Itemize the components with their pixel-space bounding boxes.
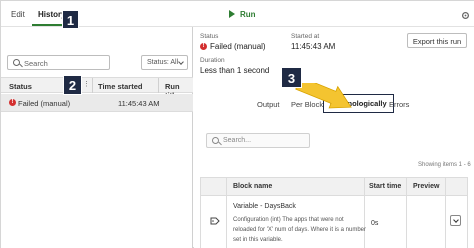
column-header-block-name[interactable]: Block name xyxy=(233,183,272,190)
app-window: Edit History Run Search Status: All Stat… xyxy=(0,0,474,248)
column-header-status[interactable]: Status xyxy=(9,82,32,91)
history-search-placeholder: Search xyxy=(24,59,48,68)
callout-2: 2 xyxy=(63,75,82,95)
block-start-time: 0s xyxy=(371,220,379,227)
history-table-header: Status ⋮ Time started Run title xyxy=(1,77,193,100)
blocks-table-header: Block name Start time Preview xyxy=(201,178,467,196)
tag-icon xyxy=(210,217,220,225)
active-tab-indicator xyxy=(32,24,66,26)
column-divider xyxy=(226,178,227,248)
blocks-search-input[interactable]: Search... xyxy=(206,133,310,148)
block-name: Variable - DaysBack xyxy=(233,203,296,210)
tab-edit[interactable]: Edit xyxy=(11,10,25,19)
column-header-preview[interactable]: Preview xyxy=(413,183,439,190)
started-value: 11:45:43 AM xyxy=(291,42,336,51)
history-panel: Search Status: All Status ⋮ Time started… xyxy=(1,27,193,248)
chevron-down-icon xyxy=(178,59,184,65)
row-time-started: 11:45:43 AM xyxy=(118,99,160,108)
column-divider xyxy=(406,178,407,248)
column-divider xyxy=(445,178,446,248)
row-status: Failed (manual) xyxy=(18,99,71,108)
play-icon xyxy=(229,10,235,18)
status-value: Failed (manual) xyxy=(210,42,266,51)
expand-row-button[interactable] xyxy=(450,215,461,226)
column-divider xyxy=(158,78,159,93)
blocks-search-placeholder: Search... xyxy=(223,137,252,144)
error-icon: ! xyxy=(200,43,207,50)
gear-icon[interactable] xyxy=(461,11,470,20)
export-run-button[interactable]: Export this run xyxy=(407,33,467,48)
run-button[interactable]: Run xyxy=(229,10,256,19)
column-header-start-time[interactable]: Start time xyxy=(369,183,401,190)
started-label: Started at xyxy=(291,33,320,40)
duration-value: Less than 1 second xyxy=(200,66,270,75)
search-icon xyxy=(212,137,219,144)
column-divider xyxy=(92,78,93,93)
run-label: Run xyxy=(240,10,256,19)
history-row[interactable]: ! Failed (manual) 11:45:43 AM xyxy=(1,94,193,112)
blocks-table: Block name Start time Preview Variable -… xyxy=(200,177,468,248)
status-filter-dropdown[interactable]: Status: All xyxy=(141,55,188,70)
callout-3: 3 xyxy=(281,67,302,88)
tab-output[interactable]: Output xyxy=(257,100,280,109)
history-search-input[interactable]: Search xyxy=(7,55,110,70)
status-filter-value: Status: All xyxy=(147,59,179,66)
sort-icon[interactable]: ⋮ xyxy=(83,80,90,88)
run-details-panel: Status ! Failed (manual) Started at 11:4… xyxy=(194,27,474,248)
items-count: Showing items 1 - 6 xyxy=(418,162,471,168)
block-description: Configuration (int) The apps that were n… xyxy=(233,217,367,243)
annotation-arrow xyxy=(295,83,352,109)
chevron-down-icon xyxy=(453,217,459,223)
column-header-time-started[interactable]: Time started xyxy=(98,82,142,91)
status-label: Status xyxy=(200,33,219,40)
duration-label: Duration xyxy=(200,57,225,64)
error-icon: ! xyxy=(9,99,16,106)
search-icon xyxy=(13,59,20,66)
tab-errors[interactable]: Errors xyxy=(389,100,409,109)
callout-1: 1 xyxy=(62,10,79,29)
